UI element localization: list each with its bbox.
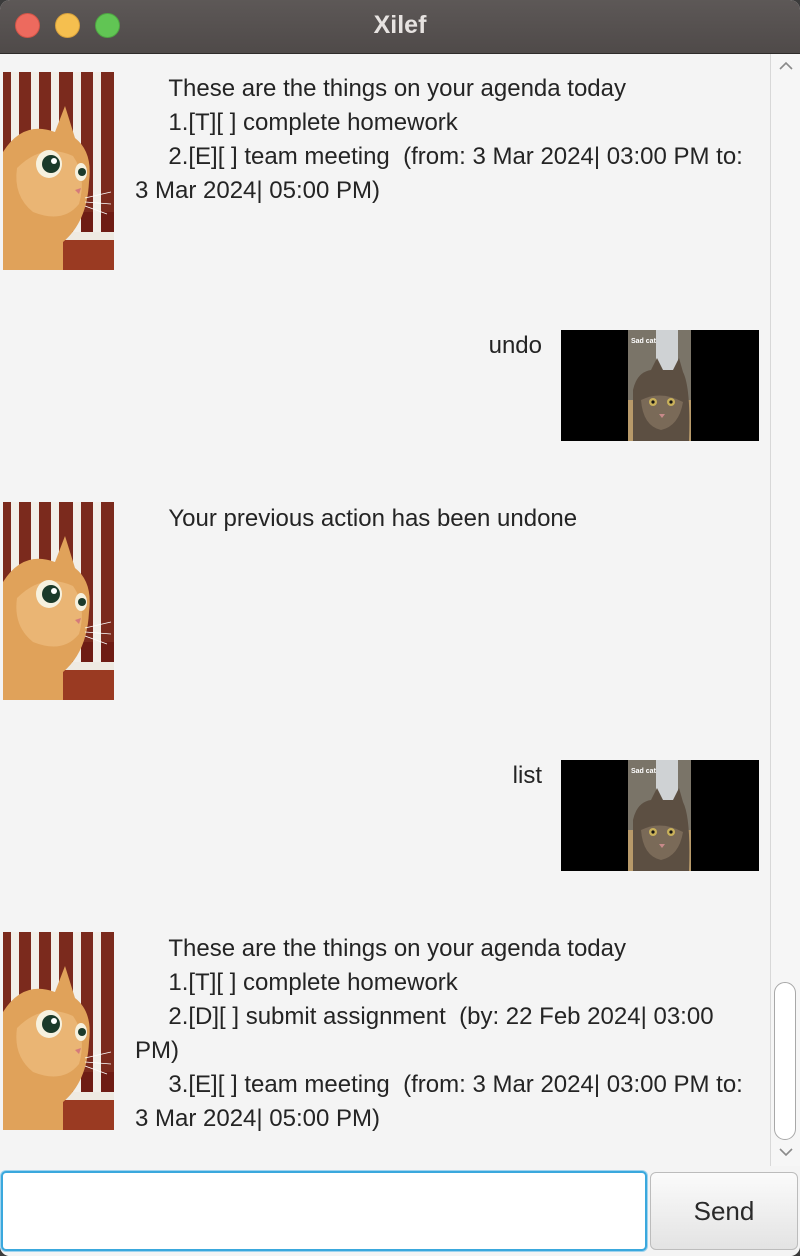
chat-scroll-pane[interactable]: These are the things on your agenda toda…	[0, 54, 770, 1166]
user-avatar-caption: Sad cat	[631, 338, 656, 345]
bot-message-text: Your previous action has been undone	[135, 505, 578, 532]
bot-message-text: These are the things on your agenda toda…	[135, 75, 743, 204]
title-bar: Xilef	[0, 0, 800, 54]
user-message-text: undo	[488, 332, 542, 359]
bot-avatar	[3, 502, 114, 700]
bot-message-text: These are the things on your agenda toda…	[135, 935, 743, 1132]
user-message: list Sad cat	[0, 760, 770, 871]
bot-avatar	[3, 932, 114, 1130]
scrollbar-thumb[interactable]	[774, 982, 796, 1140]
bot-message: Your previous action has been undone	[0, 500, 770, 700]
vertical-scrollbar[interactable]	[770, 54, 800, 1166]
input-bar: Send	[0, 1166, 800, 1256]
send-button[interactable]: Send	[650, 1172, 798, 1250]
bot-avatar	[3, 72, 114, 270]
window-title: Xilef	[373, 11, 427, 39]
chevron-down-icon[interactable]	[778, 1146, 794, 1162]
user-message: undo Sad cat	[0, 330, 770, 441]
chevron-up-icon[interactable]	[778, 60, 794, 76]
user-avatar: Sad cat	[561, 330, 759, 441]
bot-message: These are the things on your agenda toda…	[0, 930, 770, 1140]
app-window: Xilef These are the things on your agend…	[0, 0, 800, 1256]
message-input[interactable]	[1, 1171, 647, 1251]
user-message-text: list	[512, 762, 542, 789]
bot-message: These are the things on your agenda toda…	[0, 70, 770, 270]
user-avatar: Sad cat	[561, 760, 759, 871]
user-avatar-caption: Sad cat	[631, 768, 656, 775]
